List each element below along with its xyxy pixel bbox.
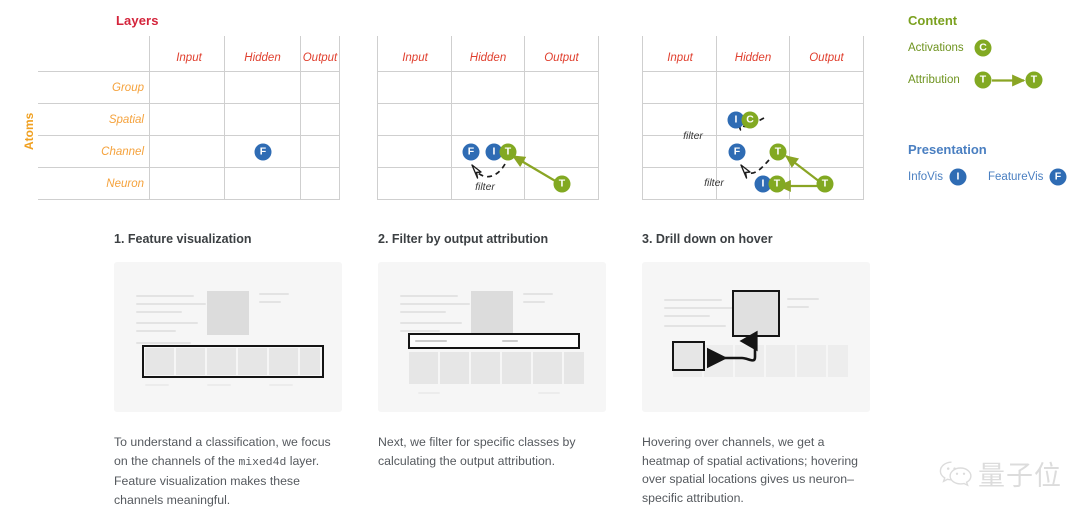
filter-label-lower: filter bbox=[704, 177, 724, 189]
node-attribution-spatial: T bbox=[769, 143, 787, 161]
atoms-axis-title: Atoms bbox=[22, 112, 36, 150]
wechat-icon bbox=[939, 461, 972, 487]
node-featurevis: F bbox=[254, 143, 272, 161]
node-activations-group: C bbox=[741, 111, 759, 129]
node-attribution-hidden: T bbox=[499, 143, 517, 161]
row-header-channel: Channel bbox=[101, 146, 144, 158]
step-1-thumbnail bbox=[114, 262, 342, 412]
legend-infovis-glyph: I bbox=[949, 168, 967, 186]
column-header-input: Input bbox=[176, 52, 202, 64]
matrix-panel-3: Input Hidden Output I C F T I T T filter… bbox=[642, 32, 864, 202]
row-header-group: Group bbox=[112, 82, 144, 94]
filter-label: filter bbox=[475, 181, 495, 193]
filter-label-upper: filter bbox=[683, 130, 703, 142]
node-attribution-output: T bbox=[553, 175, 571, 193]
step-3-heading: 3. Drill down on hover bbox=[642, 232, 773, 246]
legend-attribution-label: Attribution bbox=[908, 74, 960, 86]
step-panel-1: 1. Feature visualization To understand a… bbox=[114, 232, 342, 509]
node-attribution-channel: T bbox=[768, 175, 786, 193]
matrix-panel-2: Input Hidden Output F I T T filter bbox=[377, 32, 599, 202]
step-2-caption: Next, we filter for specific classes by … bbox=[378, 435, 576, 468]
step-2-thumbnail bbox=[378, 262, 606, 412]
node-attribution-output: T bbox=[816, 175, 834, 193]
step-2-heading: 2. Filter by output attribution bbox=[378, 232, 549, 246]
legend-infovis-label: InfoVis bbox=[908, 171, 943, 183]
step-1-caption-code: mixed4d bbox=[238, 456, 287, 469]
step-3-caption: Hovering over channels, we get a heatmap… bbox=[642, 435, 859, 505]
step-1-caption: To understand a classification, we focus… bbox=[114, 433, 342, 509]
step-1-highlight-box bbox=[142, 345, 324, 378]
column-header-hidden: Hidden bbox=[244, 52, 281, 64]
legend-featurevis-label: FeatureVis bbox=[988, 171, 1044, 183]
watermark: 量子位 bbox=[938, 454, 1062, 493]
step-panel-2: 2. Filter by output attribution Next, we… bbox=[378, 232, 606, 470]
legend-attribution-glyph-target: T bbox=[1025, 71, 1043, 89]
column-header-output: Output bbox=[302, 52, 338, 64]
legend-attribution-glyph-source: T bbox=[974, 71, 992, 89]
step-3-drilldown-arrow bbox=[706, 330, 758, 369]
page-root: Layers Atoms Input Hidden Output Group S… bbox=[0, 0, 1080, 521]
row-header-spatial: Spatial bbox=[108, 114, 144, 126]
layers-axis-title: Layers bbox=[116, 13, 159, 28]
row-header-neuron: Neuron bbox=[106, 178, 144, 190]
node-featurevis-spatial: F bbox=[728, 143, 746, 161]
watermark-text: 量子位 bbox=[978, 461, 1062, 492]
legend-activations-label: Activations bbox=[908, 42, 964, 54]
legend-activations-glyph: C bbox=[974, 39, 992, 57]
legend-content-heading: Content bbox=[908, 13, 958, 28]
legend-featurevis-glyph: F bbox=[1049, 168, 1067, 186]
matrix-panel-1: Input Hidden Output Group Spatial Channe… bbox=[36, 32, 341, 202]
node-featurevis: F bbox=[462, 143, 480, 161]
step-1-heading: 1. Feature visualization bbox=[114, 232, 252, 246]
step-3-thumbnail bbox=[642, 262, 870, 412]
step-panel-3: 3. Drill down on hover Hovering over cha… bbox=[642, 232, 870, 507]
legend-presentation-heading: Presentation bbox=[908, 142, 987, 157]
